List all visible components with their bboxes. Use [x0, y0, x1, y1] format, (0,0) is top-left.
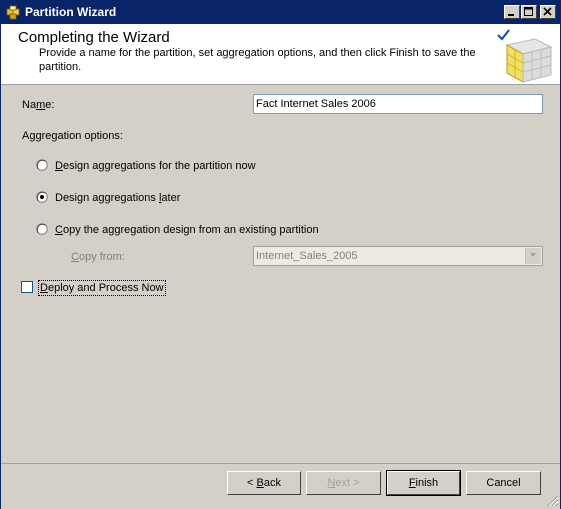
copy-design-label[interactable]: Copy the aggregation design from an exis… — [55, 223, 319, 237]
design-later-label[interactable]: Design aggregations later — [55, 191, 180, 205]
radio-design-now[interactable] — [36, 159, 48, 171]
copy-from-value: Internet_Sales_2005 — [256, 250, 358, 262]
title-bar[interactable]: Partition Wizard — [1, 1, 560, 24]
olap-cube-checkmark-icon — [497, 29, 553, 83]
radio-design-later[interactable] — [36, 191, 48, 203]
copy-from-label: Copy from: — [71, 251, 125, 263]
close-icon — [543, 7, 552, 16]
chevron-down-icon — [530, 253, 536, 257]
aggregation-options-heading: Aggregation options: — [22, 130, 123, 142]
partition-wizard-window: Partition Wizard Completing the Wizard P… — [0, 0, 561, 509]
page-title: Completing the Wizard — [18, 29, 170, 46]
resize-grip-icon[interactable] — [547, 495, 559, 507]
page-description: Provide a name for the partition, set ag… — [39, 47, 476, 73]
back-button[interactable]: < Back — [227, 471, 301, 495]
name-label: Name: — [22, 99, 55, 111]
maximize-button[interactable] — [521, 5, 537, 19]
minimize-icon — [508, 14, 514, 16]
maximize-icon — [524, 7, 533, 16]
design-now-label[interactable]: Design aggregations for the partition no… — [55, 159, 256, 173]
wizard-header: Completing the Wizard Provide a name for… — [1, 24, 560, 85]
cancel-button[interactable]: Cancel — [466, 471, 541, 495]
dropdown-arrow-button[interactable] — [525, 248, 541, 264]
deploy-process-checkbox[interactable] — [21, 281, 33, 293]
minimize-button[interactable] — [504, 5, 520, 19]
radio-copy-design[interactable] — [36, 223, 48, 235]
partition-name-input[interactable]: Fact Internet Sales 2006 — [253, 94, 543, 114]
next-button[interactable]: Next > — [306, 471, 381, 495]
copy-from-dropdown[interactable]: Internet_Sales_2005 — [253, 246, 543, 266]
window-title: Partition Wizard — [25, 5, 117, 19]
finish-button[interactable]: Finish — [386, 470, 461, 496]
close-button[interactable] — [540, 5, 556, 19]
deploy-process-label[interactable]: Deploy and Process Now — [38, 280, 166, 296]
partition-wizard-icon — [6, 5, 20, 20]
